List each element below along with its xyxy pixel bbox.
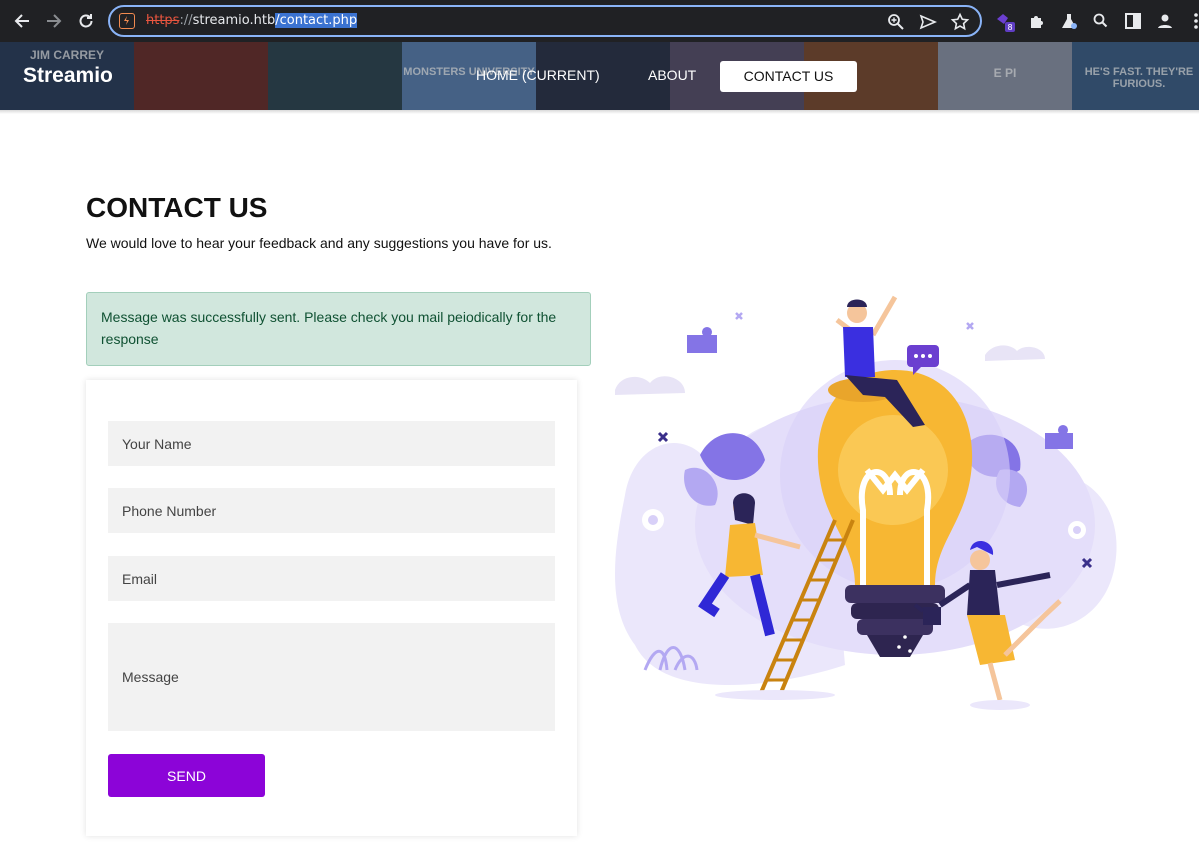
contact-form: SEND	[86, 380, 577, 836]
message-field[interactable]	[108, 623, 555, 731]
insecure-site-icon[interactable]	[119, 13, 135, 29]
header-shadow	[0, 110, 1199, 114]
search-icon[interactable]	[1090, 10, 1112, 32]
profile-avatar-icon[interactable]	[1154, 10, 1176, 32]
url-path: /contact.php	[275, 13, 358, 28]
extensions-puzzle-icon[interactable]	[1026, 10, 1048, 32]
email-field[interactable]	[108, 556, 555, 601]
name-field[interactable]	[108, 421, 555, 466]
zoom-icon[interactable]	[886, 12, 906, 32]
send-button[interactable]: SEND	[108, 754, 265, 797]
browser-menu-icon[interactable]	[1186, 10, 1199, 32]
bookmark-star-icon[interactable]	[950, 12, 970, 32]
lightbulb-illustration	[615, 295, 1117, 710]
arrow-left-icon	[14, 14, 29, 28]
phone-field[interactable]	[108, 488, 555, 533]
success-alert: Message was successfully sent. Please ch…	[86, 292, 591, 366]
address-bar[interactable]: https://streamio.htb/contact.php	[108, 5, 982, 37]
url-text[interactable]: https://streamio.htb/contact.php	[146, 12, 358, 30]
nav-home[interactable]: HOME (CURRENT)	[476, 67, 600, 83]
page-title: CONTACT US	[86, 192, 268, 223]
side-panel-icon[interactable]	[1122, 10, 1144, 32]
nav-about[interactable]: ABOUT	[648, 67, 696, 83]
extension-hacktools-icon[interactable]: 8	[994, 10, 1016, 32]
site-brand[interactable]: Streamio	[23, 64, 113, 88]
url-separator: ://	[179, 13, 193, 28]
url-scheme: https	[146, 13, 180, 28]
nav-contact[interactable]: CONTACT US	[720, 61, 857, 92]
page-subtitle: We would love to hear your feedback and …	[86, 235, 552, 251]
labs-flask-icon[interactable]	[1058, 10, 1080, 32]
send-tab-icon[interactable]	[918, 12, 938, 32]
arrow-right-icon	[47, 14, 62, 28]
site-header: JIM CARREY MONSTERS UNIVERSITY E PI HE'S FA…	[0, 42, 1199, 110]
url-host: streamio.htb	[192, 13, 276, 28]
reload-button[interactable]	[74, 9, 98, 33]
back-button[interactable]	[10, 9, 34, 33]
browser-toolbar: https://streamio.htb/contact.php 8	[0, 0, 1199, 42]
forward-button[interactable]	[42, 9, 66, 33]
reload-icon	[79, 14, 93, 28]
extension-badge: 8	[1007, 23, 1012, 32]
